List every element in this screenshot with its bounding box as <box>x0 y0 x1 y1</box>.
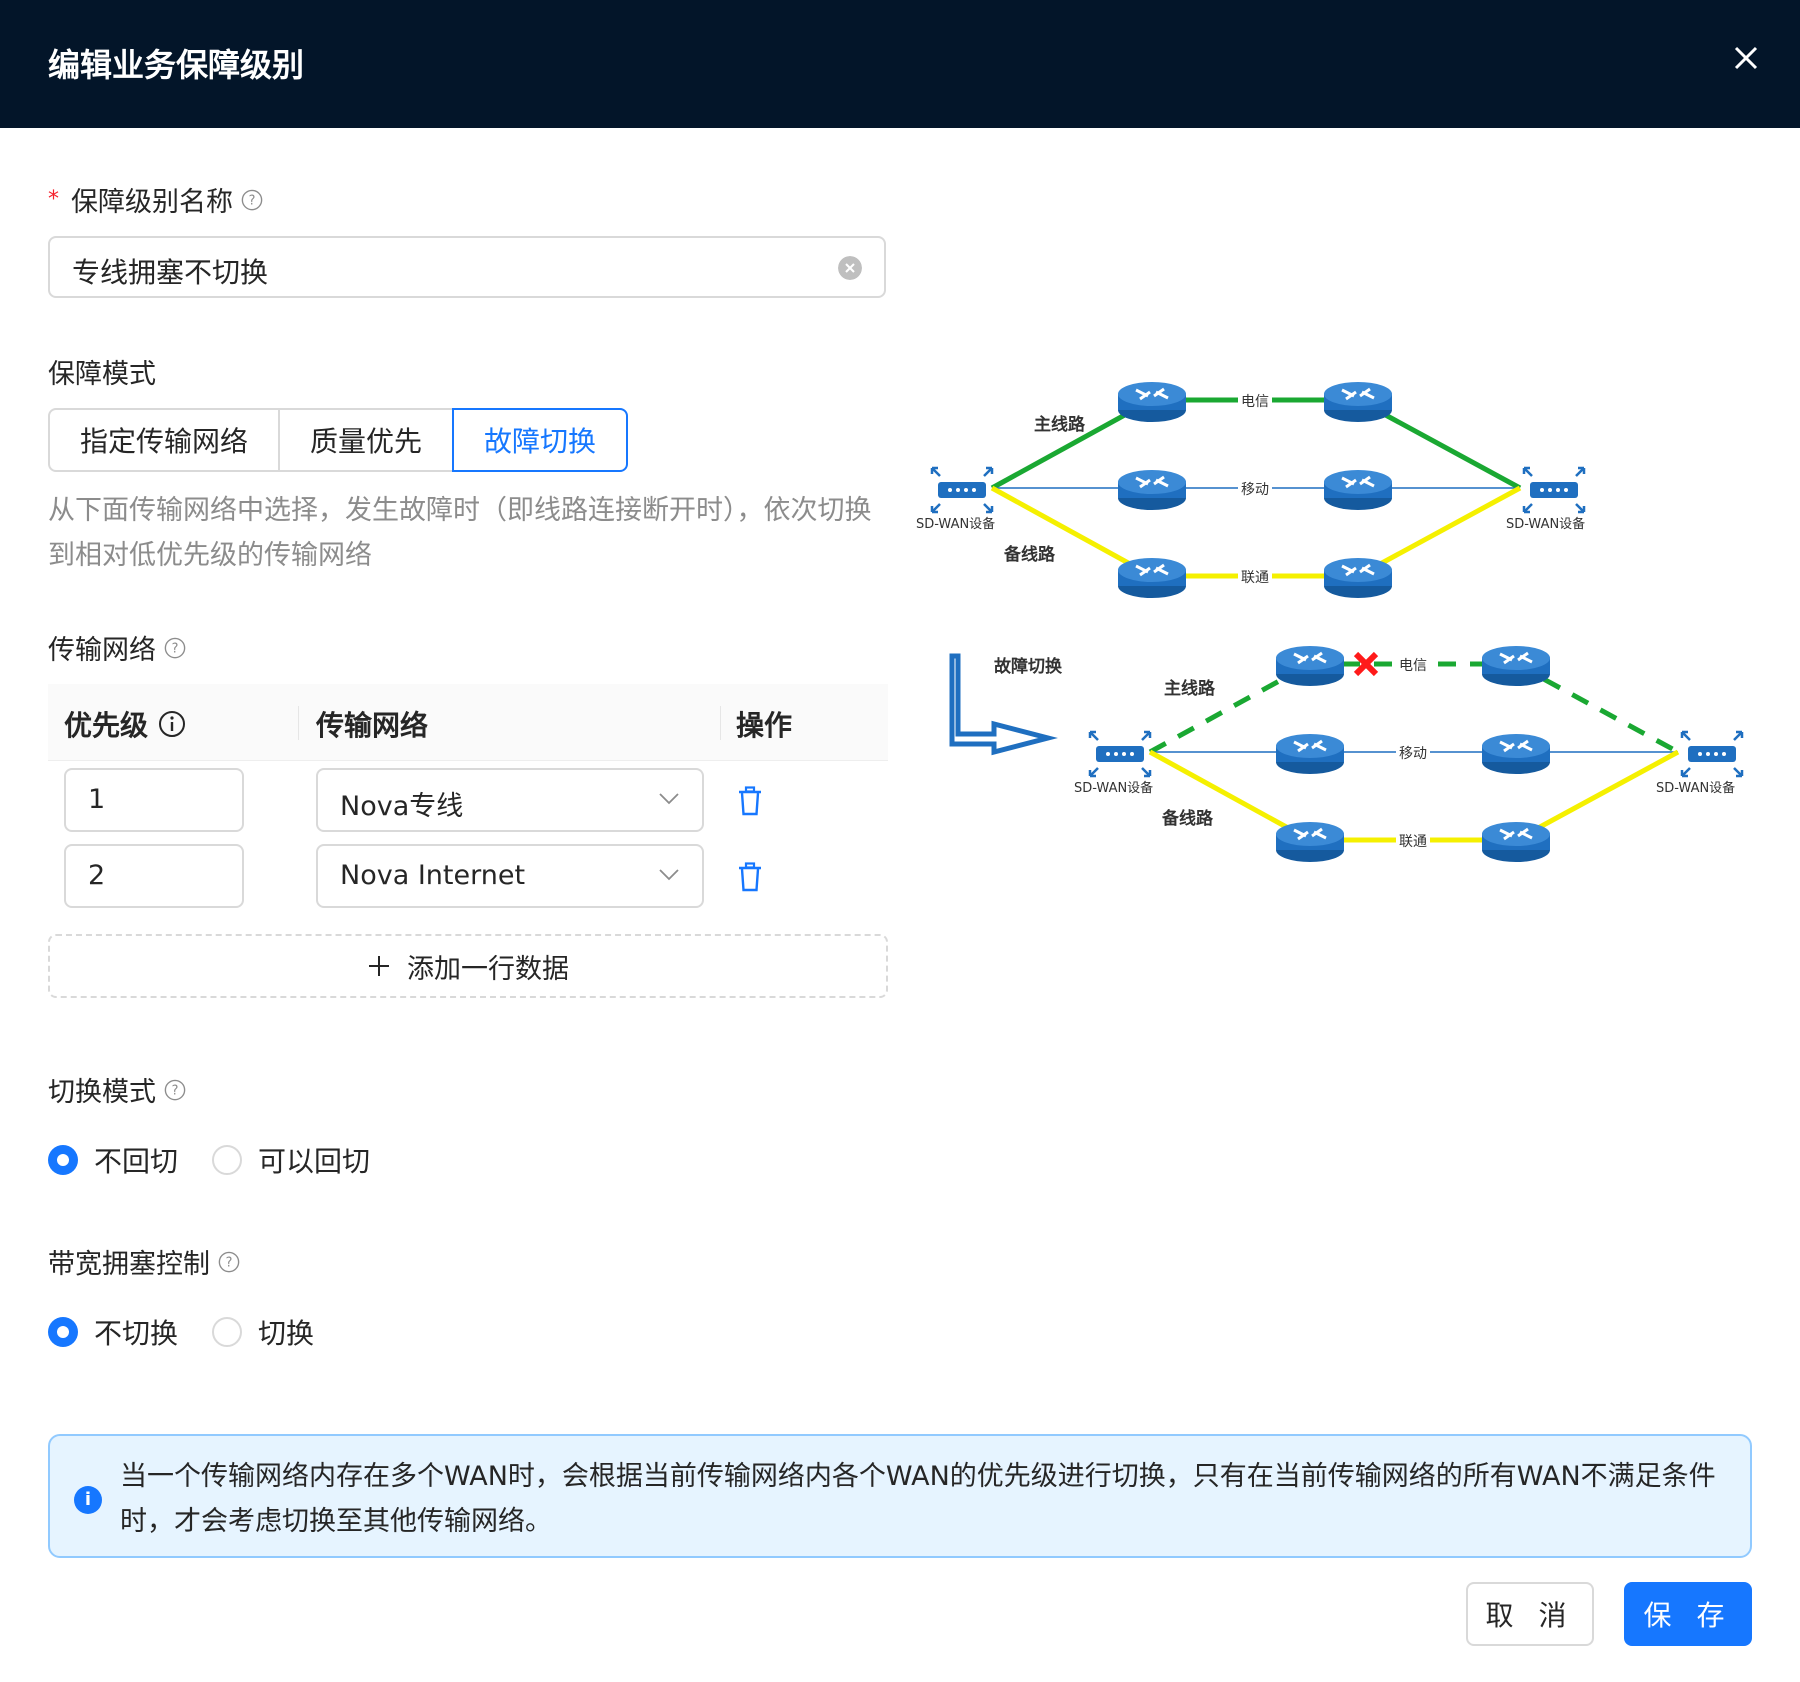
table-header: 优先级 传输网络 操作 <box>48 684 888 761</box>
router-icon <box>1480 820 1552 864</box>
info-icon[interactable] <box>158 710 186 738</box>
network-select[interactable]: Nova Internet <box>316 844 704 908</box>
device-label: SD-WAN设备 <box>1506 516 1585 532</box>
link-label: 电信 <box>1241 394 1269 410</box>
th-separator <box>720 706 721 740</box>
radio-no-switch[interactable]: 不切换 <box>48 1312 178 1352</box>
plus-icon <box>369 956 389 976</box>
router-icon <box>1116 556 1188 600</box>
router-icon <box>1116 468 1188 512</box>
mode-label: 保障模式 <box>48 359 156 390</box>
router-icon <box>1274 732 1346 776</box>
switch-mode-label: 切换模式 ? <box>48 1070 186 1109</box>
svg-text:?: ? <box>249 193 256 208</box>
router-icon <box>1322 468 1394 512</box>
radio-allow-fallback[interactable]: 可以回切 <box>212 1140 370 1180</box>
bandwidth-label: 带宽拥塞控制 ? <box>48 1242 240 1281</box>
help-icon[interactable]: ? <box>164 1079 186 1101</box>
priority-input[interactable]: 2 <box>64 844 244 908</box>
device-label: SD-WAN设备 <box>1656 780 1735 796</box>
router-icon <box>1274 820 1346 864</box>
link-label: 电信 <box>1399 658 1427 674</box>
sdwan-device-icon <box>1522 466 1586 514</box>
radio-dot-selected[interactable] <box>48 1145 78 1175</box>
network-label: 传输网络 ? <box>48 628 186 667</box>
network-select-value: Nova专线 <box>340 791 464 822</box>
sdwan-device-icon <box>1088 730 1152 778</box>
th-priority: 优先级 <box>64 704 186 744</box>
mode-option-quality[interactable]: 质量优先 <box>278 408 454 472</box>
info-icon: i <box>74 1486 102 1514</box>
failover-diagram: 电信 移动 联通 主线路 备线路 SD-WAN设备 SD-WAN设备 故障切换 <box>916 380 1744 864</box>
name-input-value[interactable]: 专线拥塞不切换 <box>72 251 268 291</box>
link-label: 联通 <box>1399 834 1427 850</box>
info-alert-text: 当一个传输网络内存在多个WAN时，会根据当前传输网络内各个WAN的优先级进行切换… <box>120 1461 1716 1537</box>
close-icon[interactable] <box>1726 38 1766 78</box>
sdwan-device-icon <box>930 466 994 514</box>
bottom-diagram: 电信 移动 联通 主线路 备线路 SD-WAN设备 SD-WAN设备 <box>1074 644 1744 864</box>
sdwan-device-icon <box>1680 730 1744 778</box>
chevron-down-icon <box>659 869 679 881</box>
link-label: 联通 <box>1241 570 1269 586</box>
main-line-label: 主线路 <box>1164 678 1216 699</box>
save-button[interactable]: 保 存 <box>1624 1582 1752 1646</box>
mode-option-failover[interactable]: 故障切换 <box>452 408 628 472</box>
mode-option-specified[interactable]: 指定传输网络 <box>48 408 280 472</box>
th-network: 传输网络 <box>316 709 429 742</box>
edit-dialog: 编辑业务保障级别 * 保障级别名称 ? 专线拥塞不切换 保障模式 指定传输网络 … <box>0 0 1800 1682</box>
th-action: 操作 <box>736 709 793 742</box>
link-label: 移动 <box>1241 482 1269 498</box>
svg-text:?: ? <box>172 641 179 656</box>
delete-icon[interactable] <box>736 786 764 816</box>
backup-line-label: 备线路 <box>1161 808 1214 829</box>
device-label: SD-WAN设备 <box>916 516 995 532</box>
clear-icon[interactable] <box>838 256 862 280</box>
router-icon <box>1274 644 1346 688</box>
network-select[interactable]: Nova专线 <box>316 768 704 832</box>
priority-input[interactable]: 1 <box>64 768 244 832</box>
router-icon <box>1322 556 1394 600</box>
router-icon <box>1116 380 1188 424</box>
top-diagram: 电信 移动 联通 主线路 备线路 SD-WAN设备 SD-WAN设备 <box>916 380 1586 600</box>
radio-dot-selected[interactable] <box>48 1317 78 1347</box>
main-line-label: 主线路 <box>1034 414 1086 435</box>
help-icon[interactable]: ? <box>241 189 263 211</box>
name-field-label: * 保障级别名称 ? <box>48 180 263 219</box>
router-icon <box>1480 732 1552 776</box>
th-separator <box>298 706 299 740</box>
dialog-header: 编辑业务保障级别 <box>0 0 1800 128</box>
router-icon <box>1480 644 1552 688</box>
help-icon[interactable]: ? <box>164 637 186 659</box>
link-label: 移动 <box>1399 746 1427 762</box>
info-alert: i 当一个传输网络内存在多个WAN时，会根据当前传输网络内各个WAN的优先级进行… <box>48 1434 1752 1558</box>
required-mark: * <box>48 187 59 212</box>
chevron-down-icon <box>659 793 679 805</box>
help-icon[interactable]: ? <box>218 1251 240 1273</box>
router-icon <box>1322 380 1394 424</box>
dialog-title: 编辑业务保障级别 <box>48 46 305 84</box>
svg-text:?: ? <box>172 1083 179 1098</box>
radio-switch[interactable]: 切换 <box>212 1312 314 1352</box>
radio-no-fallback[interactable]: 不回切 <box>48 1140 178 1180</box>
add-row-button[interactable]: 添加一行数据 <box>48 934 888 998</box>
failover-label: 故障切换 <box>994 656 1063 677</box>
backup-line-label: 备线路 <box>1003 544 1056 565</box>
svg-text:?: ? <box>226 1255 233 1270</box>
delete-icon[interactable] <box>736 862 764 892</box>
name-input[interactable]: 专线拥塞不切换 <box>48 236 886 298</box>
radio-dot[interactable] <box>212 1317 242 1347</box>
network-select-value: Nova Internet <box>340 860 526 891</box>
device-label: SD-WAN设备 <box>1074 780 1153 796</box>
radio-dot[interactable] <box>212 1145 242 1175</box>
mode-description: 从下面传输网络中选择，发生故障时（即线路连接断开时），依次切换到相对低优先级的传… <box>48 495 872 571</box>
cancel-button[interactable]: 取 消 <box>1466 1582 1594 1646</box>
